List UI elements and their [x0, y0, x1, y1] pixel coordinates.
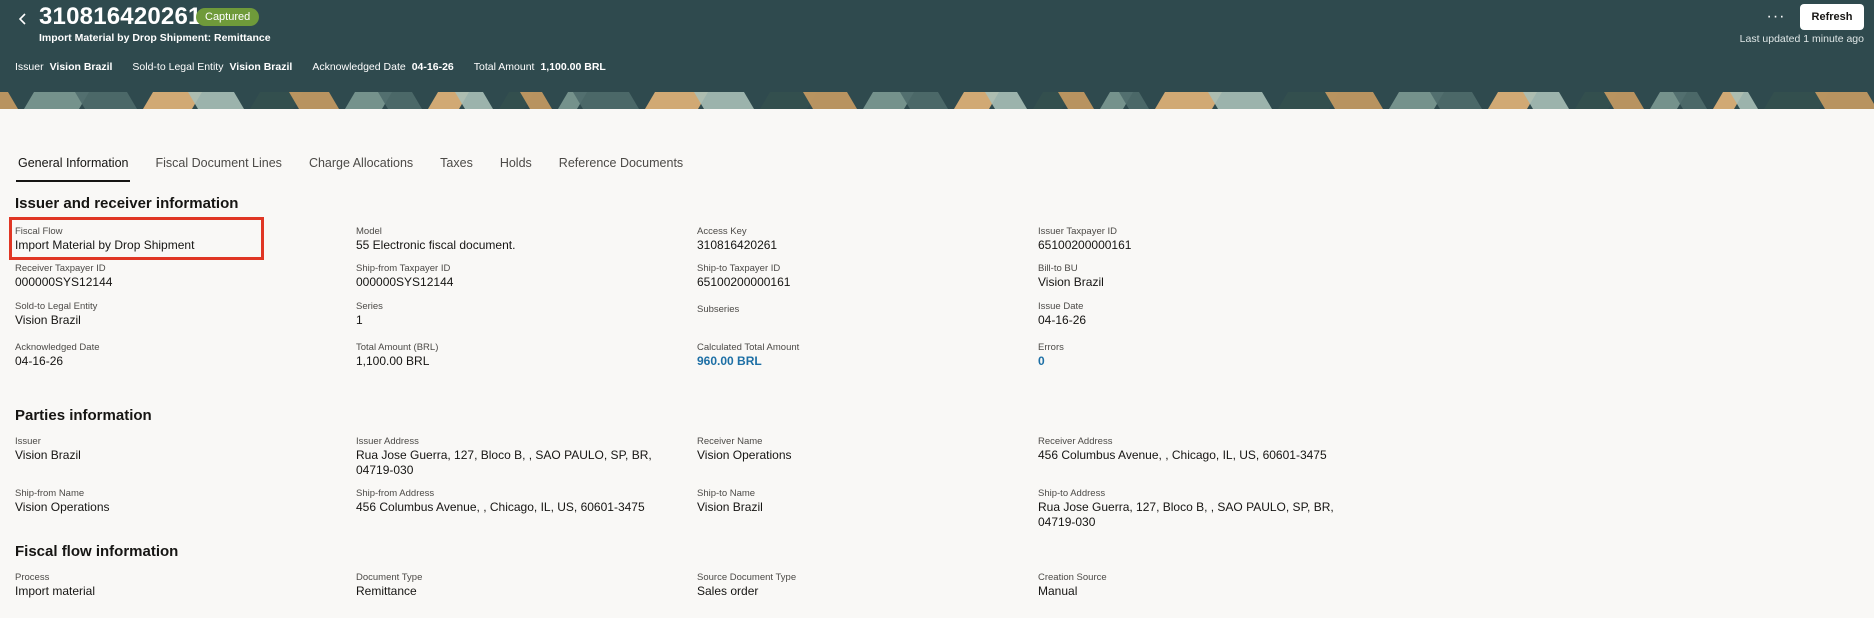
page-subtitle: Import Material by Drop Shipment: Remitt… — [39, 32, 271, 44]
field-receiver-taxpayer-id: Receiver Taxpayer ID 000000SYS12144 — [15, 263, 113, 289]
header-banner — [0, 92, 1874, 109]
field-issuer-taxpayer-id: Issuer Taxpayer ID 65100200000161 — [1038, 226, 1132, 252]
field-source-document-type: Source Document Type Sales order — [697, 572, 797, 598]
fiscal-flow-highlight-box — [9, 217, 264, 260]
field-series: Series 1 — [356, 301, 383, 327]
parties-section-title: Parties information — [15, 407, 152, 424]
field-receiver-name: Receiver Name Vision Operations — [697, 436, 792, 462]
field-process: Process Import material — [15, 572, 96, 598]
field-model: Model 55 Electronic fiscal document. — [356, 226, 516, 252]
calculated-total-amount-link[interactable]: 960.00 BRL — [697, 354, 1017, 369]
meta-acknowledged-date: Acknowledged Date 04-16-26 — [312, 61, 454, 73]
field-ship-from-address: Ship-from Address 456 Columbus Avenue, , … — [356, 488, 645, 514]
tab-fiscal-document-lines[interactable]: Fiscal Document Lines — [155, 154, 281, 182]
refresh-button[interactable]: Refresh — [1800, 4, 1864, 30]
field-creation-source: Creation Source Manual — [1038, 572, 1107, 598]
field-ship-from-taxpayer-id: Ship-from Taxpayer ID 000000SYS12144 — [356, 263, 454, 289]
fiscal-flow-section-title: Fiscal flow information — [15, 543, 179, 560]
field-calculated-total-amount: Calculated Total Amount 960.00 BRL — [697, 342, 1017, 369]
more-actions-icon[interactable]: ··· — [1764, 6, 1788, 28]
meta-total-amount: Total Amount 1,100.00 BRL — [473, 61, 606, 73]
field-acknowledged-date: Acknowledged Date 04-16-26 — [15, 342, 100, 368]
field-ship-to-address: Ship-to Address Rua Jose Guerra, 127, Blo… — [1038, 488, 1334, 529]
page-header: 310816420261 Captured Import Material by… — [0, 0, 1874, 92]
last-updated-text: Last updated 1 minute ago — [1739, 33, 1864, 45]
field-subseries: Subseries — [697, 304, 740, 315]
meta-issuer: Issuer Vision Brazil — [15, 61, 113, 73]
field-receiver-address: Receiver Address 456 Columbus Avenue, , C… — [1038, 436, 1327, 462]
field-ship-from-name: Ship-from Name Vision Operations — [15, 488, 110, 514]
errors-link[interactable]: 0 — [1038, 354, 1358, 369]
tab-general-information[interactable]: General Information — [15, 154, 131, 182]
field-issuer: Issuer Vision Brazil — [15, 436, 81, 462]
header-meta: Issuer Vision Brazil Sold-to Legal Entity… — [15, 61, 606, 73]
tab-taxes[interactable]: Taxes — [440, 154, 473, 182]
back-icon[interactable] — [12, 8, 34, 30]
field-issuer-address: Issuer Address Rua Jose Guerra, 127, Bloc… — [356, 436, 652, 477]
tab-bar: General Information Fiscal Document Line… — [15, 154, 683, 182]
field-access-key: Access Key 310816420261 — [697, 226, 778, 252]
field-ship-to-name: Ship-to Name Vision Brazil — [697, 488, 763, 514]
issuer-receiver-section-title: Issuer and receiver information — [15, 195, 239, 212]
field-errors: Errors 0 — [1038, 342, 1358, 369]
tab-charge-allocations[interactable]: Charge Allocations — [309, 154, 413, 182]
status-badge: Captured — [196, 8, 260, 26]
field-ship-to-taxpayer-id: Ship-to Taxpayer ID 65100200000161 — [697, 263, 791, 289]
field-document-type: Document Type Remittance — [356, 572, 423, 598]
field-bill-to-bu: Bill-to BU Vision Brazil — [1038, 263, 1104, 289]
page-title: 310816420261 — [39, 3, 202, 30]
tab-reference-documents[interactable]: Reference Documents — [559, 154, 683, 182]
tab-holds[interactable]: Holds — [500, 154, 532, 182]
field-total-amount-brl: Total Amount (BRL) 1,100.00 BRL — [356, 342, 439, 368]
field-issue-date: Issue Date 04-16-26 — [1038, 301, 1087, 327]
field-sold-to-legal-entity: Sold-to Legal Entity Vision Brazil — [15, 301, 98, 327]
meta-sold-to: Sold-to Legal Entity Vision Brazil — [132, 61, 293, 73]
